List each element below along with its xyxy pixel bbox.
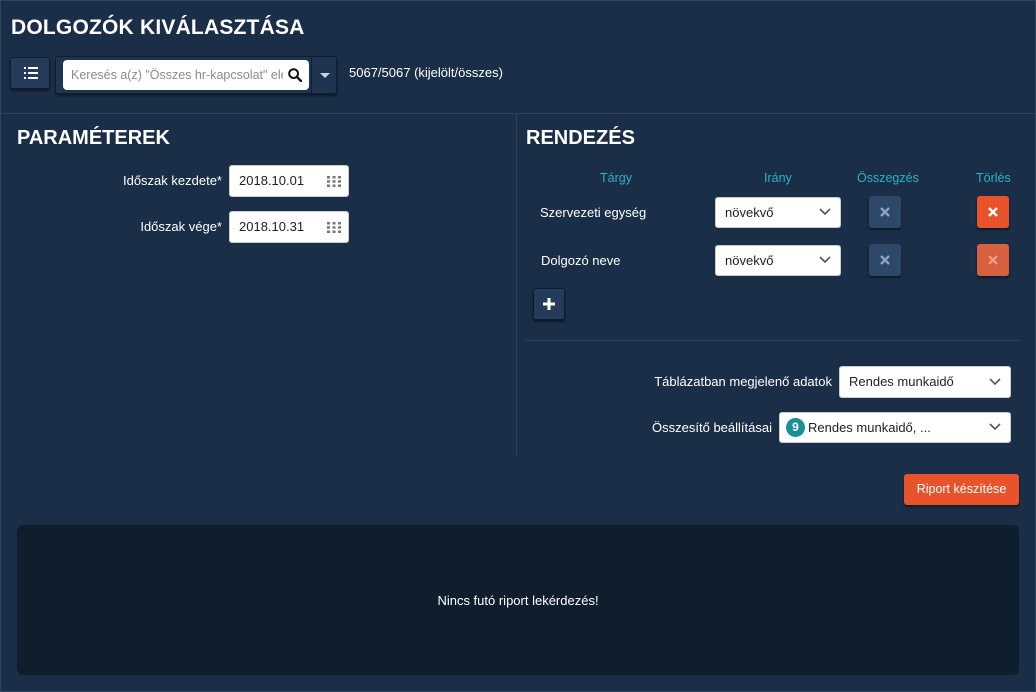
start-date-value: 2018.10.01 [239, 173, 305, 188]
chevron-down-icon [989, 378, 1001, 386]
table-data-label: Táblázatban megjelenő adatok [654, 374, 832, 389]
search-box [63, 60, 309, 90]
create-report-button[interactable]: Riport készítése [904, 474, 1019, 505]
sort-direction-select[interactable]: növekvő [715, 245, 841, 276]
column-header-summary: Összegzés [857, 171, 919, 185]
list-view-button[interactable] [10, 57, 50, 89]
sort-direction-value: növekvő [725, 253, 774, 268]
search-dropdown-toggle[interactable] [311, 57, 336, 93]
summary-toggle-button[interactable] [869, 244, 901, 276]
column-header-delete: Törlés [976, 171, 1011, 185]
add-sort-row-button[interactable] [533, 288, 565, 320]
chevron-down-icon [989, 423, 1001, 431]
selected-count-badge: 9 [786, 418, 805, 437]
close-icon [880, 255, 890, 265]
calendar-icon[interactable] [327, 176, 341, 187]
summary-settings-value: Rendes munkaidő, ... [808, 420, 931, 435]
search-input[interactable] [63, 60, 283, 90]
column-header-direction: Irány [764, 171, 792, 185]
table-data-select[interactable]: Rendes munkaidő [839, 366, 1011, 398]
sort-row-subject: Szervezeti egység [540, 205, 647, 220]
plus-icon [543, 298, 555, 310]
sort-row-subject: Dolgozó neve [541, 253, 621, 268]
close-icon [880, 207, 890, 217]
page-title: DOLGOZÓK KIVÁLASZTÁSA [11, 16, 305, 39]
end-date-value: 2018.10.31 [239, 219, 305, 234]
start-date-label: Időszak kezdete* [122, 173, 222, 188]
delete-sort-row-button[interactable] [977, 196, 1009, 228]
chevron-down-icon [819, 256, 831, 264]
no-report-message: Nincs futó riport lekérdezés! [437, 593, 599, 608]
selection-count: 5067/5067 (kijelölt/összes) [349, 65, 503, 80]
employee-search-group [55, 56, 337, 94]
summary-settings-select[interactable]: 9 Rendes munkaidő, ... [779, 412, 1011, 443]
sort-direction-select[interactable]: növekvő [715, 197, 841, 228]
table-data-value: Rendes munkaidő [849, 374, 954, 389]
column-divider [516, 114, 517, 456]
divider [526, 340, 1020, 341]
delete-sort-row-button[interactable] [977, 244, 1009, 276]
summary-settings-label: Összesítő beállításai [652, 420, 772, 435]
summary-toggle-button[interactable] [869, 196, 901, 228]
end-date-label: Időszak vége* [140, 219, 222, 234]
report-result-panel: Nincs futó riport lekérdezés! [17, 525, 1019, 675]
start-date-field[interactable]: 2018.10.01 [229, 165, 349, 197]
search-icon[interactable] [288, 68, 302, 82]
chevron-down-icon [819, 208, 831, 216]
parameters-heading: PARAMÉTEREK [17, 127, 170, 149]
sort-direction-value: növekvő [725, 205, 774, 220]
close-icon [988, 207, 998, 217]
sorting-heading: RENDEZÉS [526, 127, 635, 149]
close-icon [988, 255, 998, 265]
divider [1, 113, 1035, 114]
end-date-field[interactable]: 2018.10.31 [229, 211, 349, 243]
list-icon [24, 67, 38, 79]
calendar-icon[interactable] [327, 222, 341, 233]
column-header-subject: Tárgy [600, 171, 632, 185]
